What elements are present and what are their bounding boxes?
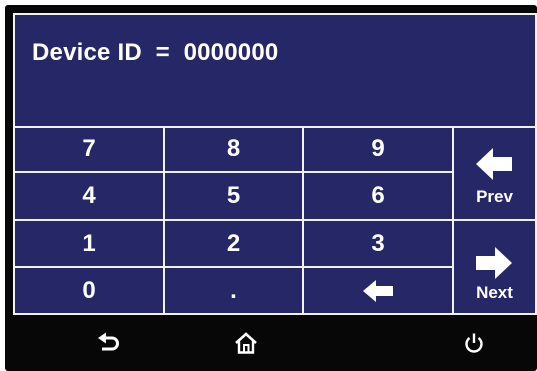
left-arrow-icon bbox=[363, 279, 393, 302]
key-0[interactable]: 0 bbox=[15, 268, 165, 313]
prev-button[interactable]: Prev bbox=[454, 126, 535, 221]
display-text: Device ID = 0000000 bbox=[32, 39, 278, 67]
next-button[interactable]: Next bbox=[454, 221, 535, 313]
key-7[interactable]: 7 bbox=[15, 126, 165, 173]
entry-display: Device ID = 0000000 bbox=[15, 15, 535, 128]
home-button[interactable] bbox=[226, 323, 266, 363]
key-4[interactable]: 4 bbox=[15, 173, 165, 221]
home-icon bbox=[235, 332, 257, 354]
display-equals: = bbox=[155, 39, 170, 66]
display-label: Device ID bbox=[32, 39, 142, 66]
back-button[interactable] bbox=[89, 323, 129, 363]
display-value: 0000000 bbox=[183, 39, 279, 66]
key-2[interactable]: 2 bbox=[165, 221, 304, 268]
key-1[interactable]: 1 bbox=[15, 221, 165, 268]
key-5[interactable]: 5 bbox=[165, 173, 304, 221]
key-3[interactable]: 3 bbox=[304, 221, 454, 268]
prev-label: Prev bbox=[476, 187, 513, 206]
power-icon bbox=[465, 333, 483, 353]
device-screen: Device ID = 0000000 7 8 9 4 5 6 1 2 3 0 … bbox=[5, 5, 537, 371]
keypad-panel: Device ID = 0000000 7 8 9 4 5 6 1 2 3 0 … bbox=[13, 13, 537, 315]
next-label: Next bbox=[476, 283, 513, 302]
next-arrow-icon bbox=[476, 247, 512, 279]
key-8[interactable]: 8 bbox=[165, 126, 304, 173]
return-arrow-icon bbox=[98, 332, 119, 351]
backspace-key[interactable] bbox=[304, 268, 454, 313]
keypad: 7 8 9 4 5 6 1 2 3 0 . Prev Next bbox=[15, 126, 535, 313]
key-9[interactable]: 9 bbox=[304, 126, 454, 173]
key-6[interactable]: 6 bbox=[304, 173, 454, 221]
power-button[interactable] bbox=[454, 323, 494, 363]
bottom-bar bbox=[5, 315, 537, 371]
key-decimal[interactable]: . bbox=[165, 268, 304, 313]
prev-arrow-icon bbox=[476, 148, 512, 180]
